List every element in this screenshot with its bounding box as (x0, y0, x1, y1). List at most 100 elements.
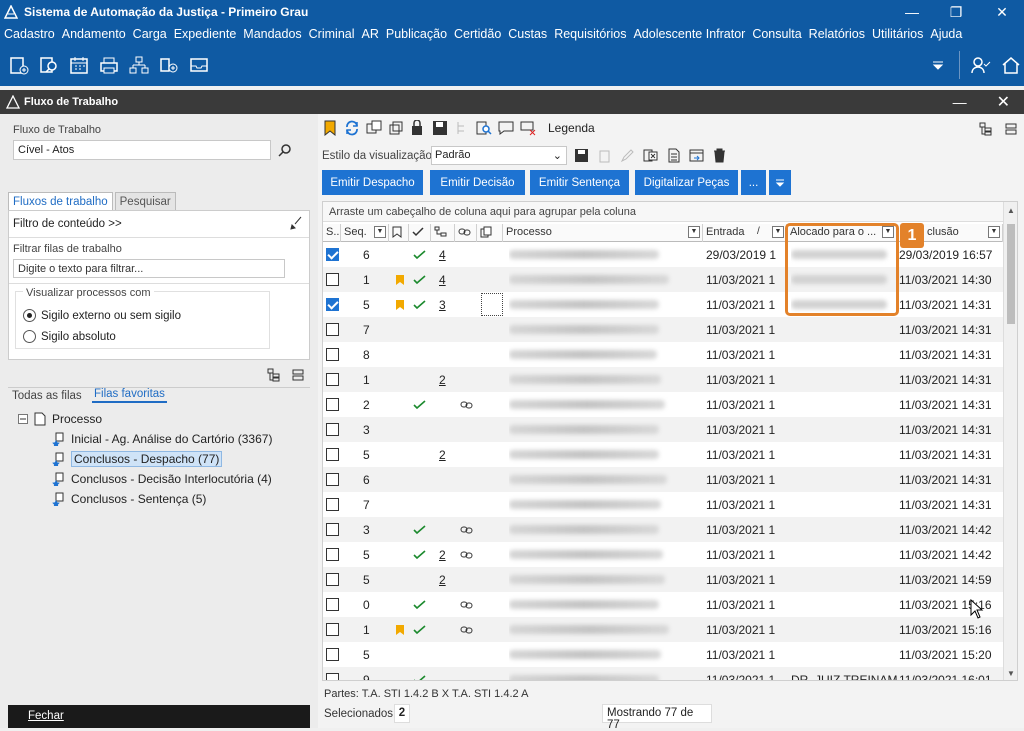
menu-item-15[interactable]: Ajuda (930, 27, 962, 41)
vertical-scrollbar[interactable]: ▲ ▼ (1003, 202, 1017, 680)
table-row[interactable]: 5 2 11/03/2021 1 11/03/2021 14:42 (323, 542, 1003, 567)
row-checkbox[interactable] (326, 442, 340, 467)
menu-item-10[interactable]: Requisitórios (554, 27, 626, 41)
col-hierarchy[interactable] (431, 224, 455, 242)
col-select[interactable]: S... (323, 224, 341, 242)
tree-item[interactable]: Conclusos - Sentença (5) (52, 490, 206, 508)
table-row[interactable]: 3 11/03/2021 1 11/03/2021 14:42 (323, 517, 1003, 542)
row-checkbox[interactable] (326, 342, 340, 367)
dropdown-arrow-icon[interactable] (927, 54, 949, 76)
home-icon[interactable] (1000, 54, 1022, 76)
tree-root[interactable]: Processo (33, 410, 102, 428)
table-row[interactable]: 3 11/03/2021 1 11/03/2021 14:31 (323, 417, 1003, 442)
row-count-link[interactable]: 2 (439, 442, 453, 467)
save-icon[interactable] (574, 148, 589, 163)
row-count-link[interactable]: 3 (439, 292, 453, 317)
collapse-all-icon[interactable] (291, 368, 305, 385)
row-checkbox[interactable] (326, 367, 340, 392)
table-row[interactable]: 6 11/03/2021 1 11/03/2021 14:31 (323, 467, 1003, 492)
more-actions-button[interactable]: ... (741, 170, 766, 195)
row-checkbox[interactable] (326, 542, 340, 567)
table-row[interactable]: 9 11/03/2021 1 DR. JUIZ TREINAM 11/03/2021 … (323, 667, 1003, 680)
collapse-all-icon[interactable] (1004, 122, 1018, 139)
table-row[interactable]: 0 11/03/2021 1 11/03/2021 15:16 (323, 592, 1003, 617)
menu-item-1[interactable]: Andamento (62, 27, 126, 41)
tree-item[interactable]: Conclusos - Decisão Interlocutória (4) (52, 470, 272, 488)
excel-icon[interactable] (643, 148, 658, 163)
menu-item-13[interactable]: Relatórios (809, 27, 865, 41)
expand-all-icon[interactable] (978, 121, 994, 140)
document-icon[interactable] (666, 148, 681, 163)
save-doc-icon[interactable] (432, 120, 448, 136)
new-process-icon[interactable] (8, 54, 30, 76)
clear-filter-icon[interactable] (289, 216, 303, 233)
menu-item-8[interactable]: Certidão (454, 27, 501, 41)
menu-item-4[interactable]: Mandados (243, 27, 301, 41)
inbox-icon[interactable] (188, 54, 210, 76)
row-checkbox[interactable] (326, 617, 340, 642)
col-seq[interactable]: Seq. ▼ (341, 224, 389, 242)
search-process-icon[interactable] (38, 54, 60, 76)
menu-item-11[interactable]: Adolescente Infrator (633, 27, 745, 41)
filtrar-input[interactable]: Digite o texto para filtrar... (13, 259, 285, 278)
row-count-link[interactable]: 4 (439, 267, 453, 292)
radio-sigilo-absoluto[interactable]: Sigilo absoluto (23, 330, 181, 343)
clear-comment-icon[interactable] (520, 120, 536, 136)
menu-item-7[interactable]: Publicação (386, 27, 447, 41)
lock-doc-icon[interactable] (410, 120, 426, 136)
table-row[interactable]: 1 2 11/03/2021 1 11/03/2021 14:31 (323, 367, 1003, 392)
col-copy[interactable] (477, 224, 503, 242)
row-checkbox[interactable] (326, 267, 340, 292)
tab-pesquisar[interactable]: Pesquisar (114, 192, 176, 211)
dropdown-arrow-icon[interactable] (769, 170, 791, 195)
copy-icon[interactable] (366, 120, 382, 136)
table-row[interactable]: 7 11/03/2021 1 11/03/2021 14:31 (323, 317, 1003, 342)
menu-item-14[interactable]: Utilitários (872, 27, 923, 41)
export-icon[interactable] (689, 148, 704, 163)
panel-minimize-button[interactable]: — (953, 94, 967, 110)
filtro-conteudo-toggle[interactable]: Filtro de conteúdo >> (13, 218, 122, 230)
row-checkbox[interactable] (326, 667, 340, 680)
col-check[interactable] (409, 224, 431, 242)
row-checkbox[interactable] (326, 242, 340, 267)
digitalizar-pecas-button[interactable]: Digitalizar Peças (635, 170, 738, 195)
menu-item-0[interactable]: Cadastro (4, 27, 55, 41)
row-checkbox[interactable] (326, 292, 340, 317)
row-checkbox[interactable] (326, 592, 340, 617)
menu-item-6[interactable]: AR (362, 27, 379, 41)
tree-item[interactable]: Inicial - Ag. Análise do Cartório (3367) (52, 430, 272, 448)
org-chart-icon[interactable] (128, 54, 150, 76)
fluxo-field[interactable]: Cível - Atos (13, 140, 271, 160)
col-entrada[interactable]: Entrada / ▼ (703, 224, 787, 242)
col-processo[interactable]: Processo ▼ (503, 224, 703, 242)
tree-collapse-icon[interactable] (18, 413, 28, 427)
refresh-icon[interactable] (344, 120, 360, 136)
search-doc-icon[interactable] (476, 120, 492, 136)
comment-icon[interactable] (498, 120, 514, 136)
menu-item-12[interactable]: Consulta (752, 27, 801, 41)
tab-todas-filas[interactable]: Todas as filas (12, 390, 82, 402)
estilo-select[interactable]: Padrão ⌄ (431, 146, 567, 165)
row-checkbox[interactable] (326, 567, 340, 592)
row-checkbox[interactable] (326, 417, 340, 442)
row-checkbox[interactable] (326, 392, 340, 417)
users-icon[interactable] (970, 54, 992, 76)
duplicate-icon[interactable] (388, 120, 404, 136)
bookmark-icon[interactable] (322, 120, 338, 136)
row-count-link[interactable]: 2 (439, 542, 453, 567)
table-row[interactable]: 5 2 11/03/2021 1 11/03/2021 14:31 (323, 442, 1003, 467)
legenda-button[interactable]: Legenda (548, 121, 595, 135)
trash-icon[interactable] (712, 148, 727, 163)
col-flag[interactable] (389, 224, 409, 242)
tab-filas-favoritas[interactable]: Filas favoritas (92, 388, 167, 403)
panel-close-button[interactable]: ✕ (997, 92, 1010, 112)
radio-sigilo-externo[interactable]: Sigilo externo ou sem sigilo (23, 309, 181, 322)
emitir-despacho-button[interactable]: Emitir Despacho (322, 170, 423, 195)
search-icon[interactable] (278, 143, 292, 160)
tree-item[interactable]: Conclusos - Despacho (77) (52, 450, 223, 468)
close-window-button[interactable]: ✕ (980, 0, 1024, 24)
table-row[interactable]: 5 3 11/03/2021 1 11/03/2021 14:31 (323, 292, 1003, 317)
table-row[interactable]: 1 11/03/2021 1 11/03/2021 15:16 (323, 617, 1003, 642)
expand-all-icon[interactable] (266, 367, 282, 386)
tab-fluxos[interactable]: Fluxos de trabalho (8, 192, 113, 211)
